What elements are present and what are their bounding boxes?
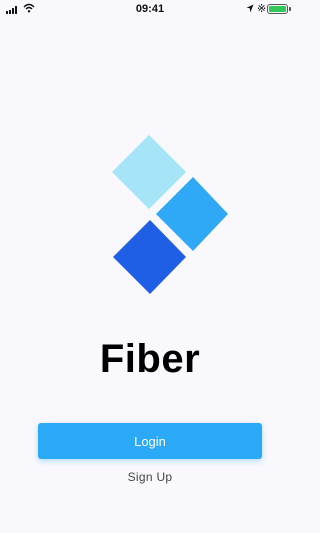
status-bar: 09:41 ※ — [0, 0, 300, 20]
location-icon — [246, 4, 254, 13]
app-logo — [112, 135, 228, 294]
battery-tip — [289, 7, 291, 11]
bluetooth-icon: ※ — [257, 3, 267, 15]
app-title: Fiber — [99, 337, 201, 381]
battery-icon — [267, 4, 288, 14]
signup-link[interactable]: Sign Up — [0, 470, 300, 484]
login-button[interactable]: Login — [38, 423, 262, 459]
status-time: 09:41 — [135, 3, 165, 15]
